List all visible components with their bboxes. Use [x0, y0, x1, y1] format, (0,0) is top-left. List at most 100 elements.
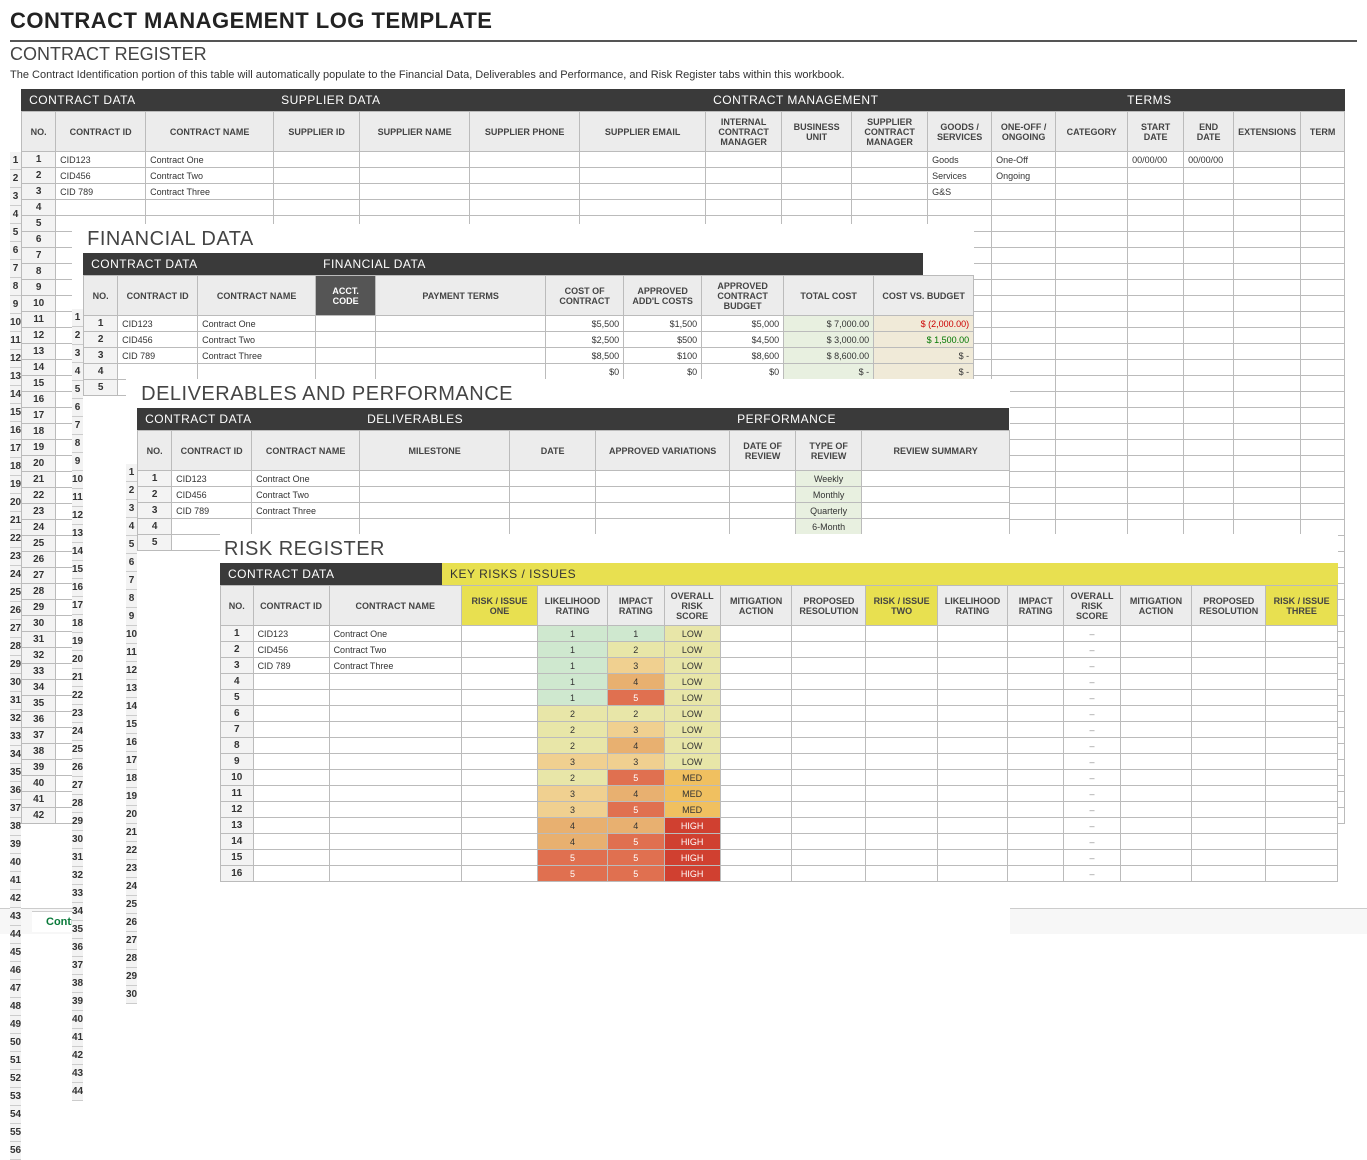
cell[interactable] — [1301, 328, 1345, 344]
cell[interactable]: – — [1064, 674, 1120, 690]
cell[interactable] — [1184, 248, 1234, 264]
cell[interactable] — [1301, 232, 1345, 248]
cell[interactable] — [1184, 472, 1234, 488]
cell[interactable] — [937, 706, 1007, 722]
cell[interactable] — [862, 487, 1010, 503]
cell[interactable]: 2 — [538, 738, 608, 754]
cell[interactable] — [1234, 328, 1301, 344]
cell[interactable]: Ongoing — [992, 168, 1056, 184]
cell[interactable] — [1007, 802, 1063, 818]
cell[interactable] — [1007, 690, 1063, 706]
cell[interactable]: 21 — [22, 472, 56, 488]
table-row[interactable]: 723LOW– — [221, 722, 1338, 738]
table-row[interactable]: 515LOW– — [221, 690, 1338, 706]
cell[interactable]: 16 — [221, 866, 254, 882]
cell[interactable] — [1234, 296, 1301, 312]
cell[interactable] — [866, 738, 938, 754]
cell[interactable] — [1234, 392, 1301, 408]
cell[interactable]: – — [1064, 850, 1120, 866]
cell[interactable]: – — [1064, 738, 1120, 754]
cell[interactable] — [1266, 626, 1338, 642]
cell[interactable]: CID456 — [253, 642, 329, 658]
cell[interactable]: 14 — [22, 360, 56, 376]
cell[interactable] — [792, 642, 866, 658]
cell[interactable] — [937, 802, 1007, 818]
cell[interactable]: $ 1,500.00 — [874, 332, 974, 348]
cell[interactable]: CID123 — [172, 471, 252, 487]
cell[interactable]: Contract Two — [252, 487, 360, 503]
cell[interactable] — [1301, 504, 1345, 520]
cell[interactable] — [1128, 440, 1184, 456]
cell[interactable] — [1007, 834, 1063, 850]
cell[interactable] — [360, 503, 510, 519]
cell[interactable]: LOW — [664, 674, 720, 690]
cell[interactable] — [1056, 456, 1128, 472]
cell[interactable] — [253, 770, 329, 786]
cell[interactable]: 10 — [22, 296, 56, 312]
cell[interactable]: Contract Three — [329, 658, 461, 674]
cell[interactable] — [1007, 658, 1063, 674]
cell[interactable] — [580, 152, 706, 168]
cell[interactable]: 4 — [608, 738, 664, 754]
cell[interactable]: $8,500 — [546, 348, 624, 364]
cell[interactable] — [329, 786, 461, 802]
cell[interactable]: CID 789 — [172, 503, 252, 519]
cell[interactable] — [1234, 440, 1301, 456]
cell[interactable]: 5 — [608, 866, 664, 882]
cell[interactable] — [1301, 456, 1345, 472]
cell[interactable]: 12 — [221, 802, 254, 818]
table-row[interactable]: 3CID 789Contract ThreeQuarterly — [138, 503, 1010, 519]
cell[interactable] — [1007, 642, 1063, 658]
cell[interactable] — [462, 818, 538, 834]
cell[interactable] — [1007, 738, 1063, 754]
cell[interactable] — [462, 674, 538, 690]
cell[interactable] — [1234, 472, 1301, 488]
risk-table[interactable]: NO.CONTRACT IDCONTRACT NAMERISK / ISSUE … — [220, 585, 1338, 882]
cell[interactable] — [1184, 200, 1234, 216]
cell[interactable] — [462, 786, 538, 802]
table-row[interactable]: 1235MED– — [221, 802, 1338, 818]
cell[interactable] — [782, 184, 852, 200]
cell[interactable]: LOW — [664, 722, 720, 738]
cell[interactable]: 00/00/00 — [1128, 152, 1184, 168]
cell[interactable]: 4 — [608, 818, 664, 834]
cell[interactable] — [792, 866, 866, 882]
cell[interactable]: 2 — [138, 487, 172, 503]
cell[interactable]: $0 — [546, 364, 624, 380]
table-row[interactable]: 46-Month — [138, 519, 1010, 535]
cell[interactable]: 5 — [608, 802, 664, 818]
cell[interactable] — [274, 152, 360, 168]
cell[interactable] — [1301, 424, 1345, 440]
cell[interactable] — [792, 802, 866, 818]
cell[interactable] — [1128, 328, 1184, 344]
cell[interactable] — [1128, 376, 1184, 392]
cell[interactable] — [1184, 264, 1234, 280]
cell[interactable]: $0 — [702, 364, 784, 380]
cell[interactable]: 13 — [22, 344, 56, 360]
cell[interactable] — [253, 850, 329, 866]
cell[interactable]: – — [1064, 770, 1120, 786]
cell[interactable] — [782, 200, 852, 216]
cell[interactable]: 15 — [22, 376, 56, 392]
cell[interactable] — [360, 200, 470, 216]
cell[interactable] — [1234, 344, 1301, 360]
cell[interactable] — [360, 168, 470, 184]
cell[interactable]: CID123 — [56, 152, 146, 168]
cell[interactable]: 1 — [538, 642, 608, 658]
cell[interactable]: 2 — [538, 706, 608, 722]
table-row[interactable]: 1134MED– — [221, 786, 1338, 802]
cell[interactable] — [1056, 392, 1128, 408]
cell[interactable]: 15 — [221, 850, 254, 866]
cell[interactable] — [1007, 770, 1063, 786]
cell[interactable] — [329, 722, 461, 738]
cell[interactable] — [1184, 376, 1234, 392]
cell[interactable] — [316, 316, 376, 332]
cell[interactable] — [866, 866, 938, 882]
cell[interactable] — [1128, 424, 1184, 440]
cell[interactable] — [1234, 168, 1301, 184]
cell[interactable] — [1128, 248, 1184, 264]
cell[interactable] — [329, 754, 461, 770]
cell[interactable]: $ 3,000.00 — [784, 332, 874, 348]
cell[interactable] — [792, 786, 866, 802]
cell[interactable]: 36 — [22, 712, 56, 728]
